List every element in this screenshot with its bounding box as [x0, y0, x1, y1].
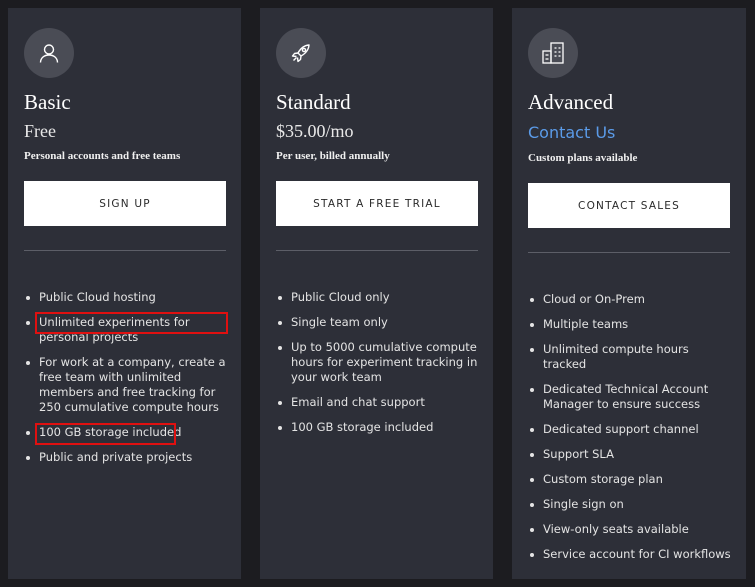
- feature-item: Cloud or On-Prem: [528, 292, 733, 307]
- contact-us-link[interactable]: Contact Us: [528, 123, 615, 142]
- plan-subtitle: Per user, billed annually: [276, 150, 390, 162]
- plan-name: Standard: [276, 90, 351, 114]
- feature-item: View-only seats available: [528, 522, 733, 537]
- feature-item: 100 GB storage included: [24, 425, 229, 440]
- feature-item: Single sign on: [528, 497, 733, 512]
- feature-item: For work at a company, create a free tea…: [24, 355, 229, 415]
- feature-list: Public Cloud only Single team only Up to…: [276, 290, 481, 445]
- feature-item: Dedicated support channel: [528, 422, 733, 437]
- feature-item: Public and private projects: [24, 450, 229, 465]
- plan-card-standard: Standard $35.00/mo Per user, billed annu…: [260, 8, 493, 579]
- start-free-trial-button[interactable]: START A FREE TRIAL: [276, 181, 478, 226]
- divider: [24, 250, 226, 251]
- user-icon: [24, 28, 74, 78]
- feature-item: 100 GB storage included: [276, 420, 481, 435]
- feature-item: Service account for CI workflows: [528, 547, 733, 562]
- feature-item: Support SLA: [528, 447, 733, 462]
- divider: [276, 250, 478, 251]
- feature-item: Public Cloud hosting: [24, 290, 229, 305]
- plan-subtitle: Personal accounts and free teams: [24, 150, 181, 162]
- feature-item: Unlimited compute hours tracked: [528, 342, 733, 372]
- feature-item: Dedicated Technical Account Manager to e…: [528, 382, 733, 412]
- building-icon: [528, 28, 578, 78]
- divider: [528, 252, 730, 253]
- contact-sales-button[interactable]: CONTACT SALES: [528, 183, 730, 228]
- feature-item: Public Cloud only: [276, 290, 481, 305]
- plan-price: Free: [24, 121, 56, 141]
- feature-item: Up to 5000 cumulative compute hours for …: [276, 340, 481, 385]
- feature-list: Public Cloud hosting Unlimited experimen…: [24, 290, 229, 475]
- rocket-icon: [276, 28, 326, 78]
- plan-card-advanced: Advanced Contact Us Custom plans availab…: [512, 8, 746, 579]
- plan-subtitle: Custom plans available: [528, 152, 638, 164]
- feature-item: Single team only: [276, 315, 481, 330]
- plan-name: Advanced: [528, 90, 614, 114]
- plan-name: Basic: [24, 90, 71, 114]
- feature-list: Cloud or On-Prem Multiple teams Unlimite…: [528, 292, 733, 572]
- sign-up-button[interactable]: SIGN UP: [24, 181, 226, 226]
- plan-card-basic: Basic Free Personal accounts and free te…: [8, 8, 241, 579]
- feature-item: Email and chat support: [276, 395, 481, 410]
- plan-price: $35.00/mo: [276, 121, 354, 141]
- feature-item: Multiple teams: [528, 317, 733, 332]
- feature-item: Unlimited experiments for personal proje…: [24, 315, 229, 345]
- feature-item: Custom storage plan: [528, 472, 733, 487]
